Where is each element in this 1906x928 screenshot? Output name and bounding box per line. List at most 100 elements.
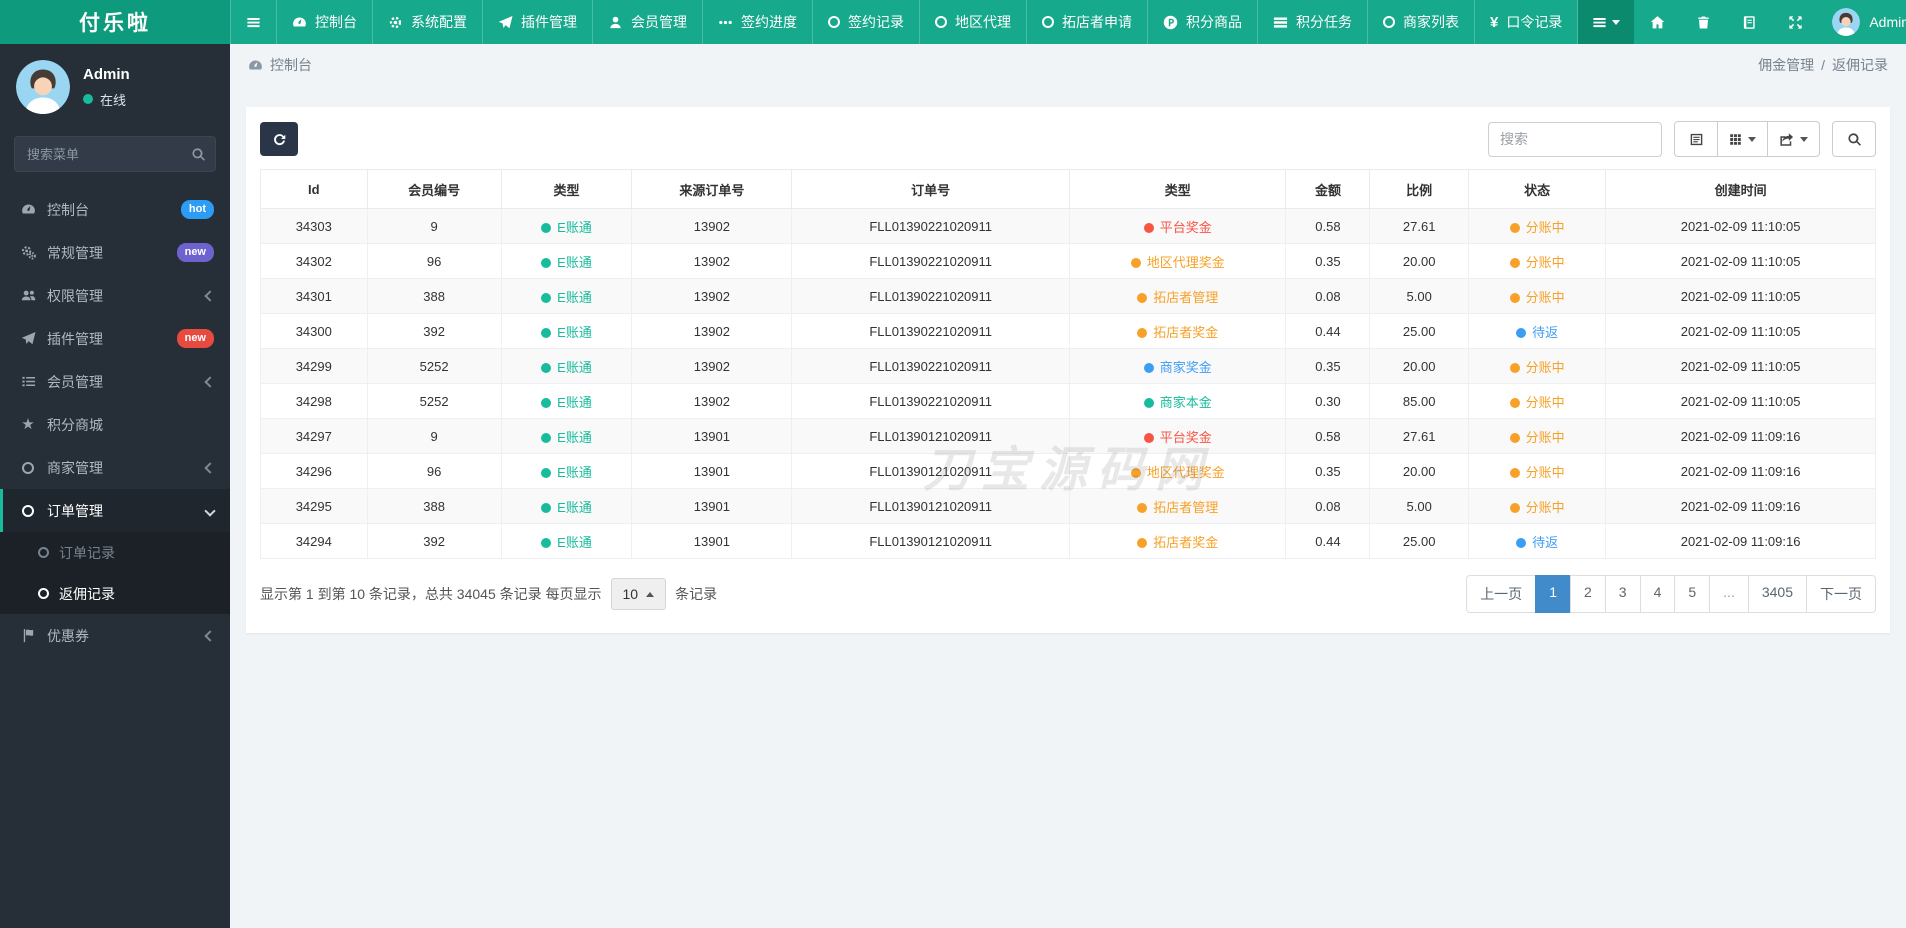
nav-item-system-config[interactable]: 系统配置: [373, 0, 483, 44]
menu-search-input[interactable]: [14, 136, 216, 172]
breadcrumb-separator: /: [1821, 57, 1825, 73]
page-size-dropdown[interactable]: 10: [610, 578, 667, 610]
cell-source-order-no: 13902: [631, 313, 793, 349]
nav-item-store-developer-apply[interactable]: 拓店者申请: [1027, 0, 1148, 44]
cell-account-type-label: E账通: [557, 289, 592, 305]
page-button-4[interactable]: 4: [1639, 575, 1676, 613]
breadcrumb: 控制台 佣金管理 / 返佣记录: [230, 44, 1906, 86]
sidebar-item-coupon[interactable]: 优惠券: [0, 614, 230, 657]
table-row: 34302 96 E账通 13902 FLL01390221020911 地区代理奖金 0.…: [260, 243, 1876, 279]
home-button[interactable]: [1634, 0, 1680, 44]
circle-icon: [1042, 16, 1054, 28]
prev-page-button[interactable]: 上一页: [1466, 575, 1537, 613]
book-icon: [1742, 15, 1757, 30]
search-button[interactable]: [1832, 121, 1876, 157]
sidebar-item-points-mall[interactable]: ★ 积分商城: [0, 403, 230, 446]
sidebar-item-general-manage[interactable]: 常规管理 new: [0, 231, 230, 274]
status-dot-icon: [1509, 292, 1520, 303]
table-body: 34303 9 E账通 13902 FLL01390221020911 平台奖金 0.58 2…: [260, 208, 1876, 559]
nav-item-points-tasks[interactable]: 积分任务: [1258, 0, 1368, 44]
status-dot-icon: [1516, 537, 1527, 548]
nav-item-member-manage[interactable]: 会员管理: [593, 0, 703, 44]
cell-amount: 0.58: [1285, 208, 1371, 244]
sidebar-item-merchant-manage[interactable]: 商家管理: [0, 446, 230, 489]
page-button-2[interactable]: 2: [1569, 575, 1606, 613]
sidebar-subitem-order-records[interactable]: 订单记录: [0, 532, 230, 573]
column-header[interactable]: 状态: [1467, 169, 1607, 209]
breadcrumb-current[interactable]: 返佣记录: [1832, 55, 1888, 75]
status-dot-icon: [1509, 467, 1520, 478]
sidebar-toggle-button[interactable]: [230, 0, 277, 44]
cell-status: 待返: [1467, 523, 1607, 559]
clear-cache-button[interactable]: [1680, 0, 1726, 44]
table-header-row: Id 会员编号 类型 来源订单号 订单号 类型 金额 比例 状态 创建时间: [260, 169, 1876, 209]
cell-account-type-label: E账通: [557, 254, 592, 270]
fullscreen-button[interactable]: [1772, 0, 1818, 44]
nav-item-merchant-list[interactable]: 商家列表: [1368, 0, 1475, 44]
avatar[interactable]: [16, 60, 70, 114]
nav-user-menu[interactable]: Admin: [1818, 0, 1906, 44]
page-button-5[interactable]: 5: [1674, 575, 1711, 613]
cell-bonus-type: 商家本金: [1069, 383, 1287, 419]
column-header[interactable]: 类型: [1069, 169, 1287, 209]
nav-menu-dropdown-button[interactable]: [1578, 0, 1635, 44]
app-logo[interactable]: 付乐啦: [0, 0, 230, 44]
nav-item-sign-records[interactable]: 签约记录: [813, 0, 920, 44]
cell-status-label: 待返: [1532, 534, 1559, 550]
column-header[interactable]: 来源订单号: [631, 169, 793, 209]
cell-bonus-type-label: 商家奖金: [1159, 359, 1212, 375]
sidebar-item-permission-manage[interactable]: 权限管理: [0, 274, 230, 317]
sidebar-item-console[interactable]: 控制台 hot: [0, 188, 230, 231]
breadcrumb-left[interactable]: 控制台: [248, 55, 312, 75]
toggle-pagination-button[interactable]: [1674, 121, 1718, 157]
table-row: 34299 5252 E账通 13902 FLL01390221020911 商家奖金 0.…: [260, 348, 1876, 384]
nav-item-password-records[interactable]: ¥ 口令记录: [1475, 0, 1579, 44]
export-dropdown-button[interactable]: [1767, 121, 1820, 157]
page-button-3[interactable]: 3: [1604, 575, 1641, 613]
status-dot-icon: [1143, 397, 1154, 408]
breadcrumb-parent[interactable]: 佣金管理: [1758, 55, 1814, 75]
main-content: 控制台 佣金管理 / 返佣记录 Id会员编号类型来源订单号订单号类型金额比例状态…: [230, 0, 1906, 633]
page-button-1[interactable]: 1: [1535, 575, 1571, 613]
refresh-button[interactable]: [260, 122, 298, 156]
column-header[interactable]: 类型: [500, 169, 633, 209]
refresh-icon: [272, 132, 287, 147]
cell-status: 分账中: [1467, 278, 1607, 314]
next-page-button[interactable]: 下一页: [1806, 575, 1876, 613]
columns-dropdown-button[interactable]: [1717, 121, 1768, 157]
nav-item-console[interactable]: 控制台: [277, 0, 373, 44]
nav-item-region-agent[interactable]: 地区代理: [920, 0, 1027, 44]
logs-button[interactable]: [1726, 0, 1772, 44]
cell-amount: 0.44: [1285, 523, 1371, 559]
chevron-left-icon: [204, 289, 216, 302]
cell-account-type-label: E账通: [557, 394, 592, 410]
nav-item-plugin-manage[interactable]: 插件管理: [483, 0, 593, 44]
sidebar-item-order-manage[interactable]: 订单管理: [0, 489, 230, 532]
column-header[interactable]: Id: [260, 169, 368, 209]
cell-id: 34294: [260, 523, 368, 559]
column-header[interactable]: 会员编号: [366, 169, 502, 209]
status-dot-icon: [1137, 502, 1148, 513]
cell-account-type: E账通: [500, 383, 633, 419]
cell-id: 34296: [260, 453, 368, 489]
flag-icon: [16, 628, 40, 643]
cell-id: 34299: [260, 348, 368, 384]
column-header[interactable]: 订单号: [791, 169, 1071, 209]
page-button-3405[interactable]: 3405: [1747, 575, 1807, 613]
table-search-input[interactable]: [1488, 121, 1662, 157]
nav-item-points-goods[interactable]: 积分商品: [1148, 0, 1258, 44]
caret-down-icon: [1748, 136, 1756, 142]
cell-amount: 0.30: [1285, 383, 1371, 419]
sidebar-item-label: 商家管理: [47, 459, 103, 476]
ellipsis-icon: [718, 15, 733, 30]
online-status: 在线: [83, 90, 130, 109]
column-header[interactable]: 创建时间: [1605, 169, 1876, 209]
nav-item-sign-progress[interactable]: 签约进度: [703, 0, 813, 44]
sidebar-item-member-manage[interactable]: 会员管理: [0, 360, 230, 403]
table-card: Id会员编号类型来源订单号订单号类型金额比例状态创建时间 343039E账通13…: [246, 107, 1890, 633]
status-dot-icon: [541, 257, 552, 268]
column-header[interactable]: 比例: [1369, 169, 1469, 209]
sidebar-subitem-commission-records[interactable]: 返佣记录: [0, 573, 230, 614]
column-header[interactable]: 金额: [1285, 169, 1371, 209]
sidebar-item-plugin-manage[interactable]: 插件管理 new: [0, 317, 230, 360]
